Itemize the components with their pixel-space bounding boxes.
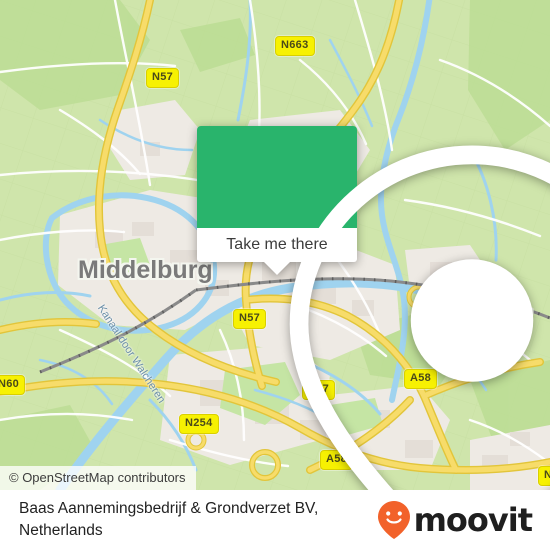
road-shield-n57-north: N57	[146, 68, 180, 88]
moovit-smiley-pin-icon	[377, 501, 410, 539]
moovit-map-page: Middelburg Arnemuiden Kanaal door Walche…	[0, 0, 550, 550]
destination-popup[interactable]: Take me there	[197, 126, 550, 490]
map-pin-icon	[289, 145, 550, 490]
road-shield-n663: N663	[275, 36, 315, 56]
osm-attribution[interactable]: © OpenStreetMap contributors	[0, 466, 196, 490]
map-canvas[interactable]: Middelburg Arnemuiden Kanaal door Walche…	[0, 0, 550, 490]
popup-pointer-tail	[264, 262, 290, 275]
take-me-there-label: Take me there	[226, 236, 328, 253]
place-label-middelburg: Middelburg	[78, 256, 213, 284]
road-shield-n60-clipped: N60	[0, 375, 26, 395]
location-title: Baas Aannemingsbedrijf & Grondverzet BV,…	[19, 499, 319, 539]
moovit-brand[interactable]: moovit	[377, 500, 533, 540]
take-me-there-button[interactable]: Take me there	[197, 228, 357, 275]
moovit-wordmark: moovit	[413, 501, 533, 539]
popup-header	[197, 126, 550, 490]
page-footer: Baas Aannemingsbedrijf & Grondverzet BV,…	[0, 490, 550, 550]
